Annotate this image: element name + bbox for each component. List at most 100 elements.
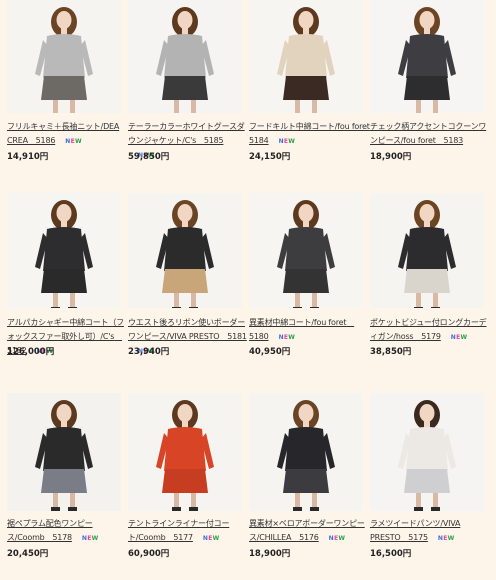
product-title: 異素材中綿コート/fou foret 5180 (249, 318, 355, 341)
product-price: 20,450円 (7, 549, 49, 559)
model-figure (398, 7, 456, 113)
product-card[interactable]: チェック柄アクセントコクーンワンピース/fou foret 5183 18,900… (370, 0, 486, 190)
product-photo[interactable] (7, 193, 121, 308)
product-title-link[interactable]: 異素材×ベロアボーダーワンピース/CHILLEA 5176 NEW (249, 517, 371, 546)
product-title: 裾ペプラム配色ワンピース/Coomb 5178 (7, 519, 93, 542)
face (419, 204, 435, 222)
product-price: 40,950円 (249, 347, 291, 357)
product-card[interactable]: ラメツイードパンツ/VIVA PRESTO 5175 NEW 16,500円 (370, 390, 484, 580)
product-title-link[interactable]: ポケットビジュー付ロングカーディガン/hoss 5179 NEW (370, 316, 492, 345)
face (56, 204, 72, 222)
top-garment (164, 34, 206, 78)
bottom-garment (404, 76, 450, 100)
product-photo[interactable] (128, 0, 242, 113)
product-title: チェック柄アクセントコクーンワンピース/fou foret 5183 (370, 122, 487, 145)
product-price: 18,900円 (370, 152, 412, 162)
product-photo[interactable] (7, 0, 121, 113)
product-photo[interactable] (249, 193, 363, 308)
product-price: 16,500円 (370, 549, 412, 559)
product-card[interactable]: テントラインライナー付コート/Coomb 5177 NEW 60,900円 (128, 390, 242, 580)
face (419, 11, 435, 29)
product-card[interactable]: 異素材中綿コート/fou foret 5180 NEW 40,950円 (249, 190, 363, 380)
new-badge: NEW (202, 535, 220, 542)
product-photo[interactable] (128, 193, 242, 308)
product-card[interactable]: 異素材×ベロアボーダーワンピース/CHILLEA 5176 NEW 18,900円 (249, 390, 365, 580)
face (298, 204, 314, 222)
product-price: 23,940円 (128, 347, 170, 357)
product-price: 24,150円 (249, 152, 291, 162)
model-figure (398, 200, 456, 308)
model-figure (35, 200, 93, 308)
product-price: 126,000円 (7, 347, 55, 357)
top-garment (43, 427, 85, 471)
product-photo[interactable] (249, 393, 363, 511)
top-garment (43, 227, 85, 271)
top-garment (406, 34, 448, 78)
face (56, 11, 72, 29)
product-card[interactable]: フードキルト中綿コート/fou foret 5184 NEW 24,150円 (249, 0, 378, 190)
product-price: 14,910円 (7, 152, 49, 162)
bottom-garment (41, 269, 87, 293)
product-photo[interactable] (7, 393, 121, 511)
bottom-garment (41, 76, 87, 100)
product-title-link[interactable]: 裾ペプラム配色ワンピース/Coomb 5178 NEW (7, 517, 129, 546)
bottom-garment (162, 469, 208, 493)
bottom-garment (283, 76, 329, 100)
top-garment (406, 427, 448, 471)
new-badge: NEW (278, 334, 296, 341)
product-photo[interactable] (249, 0, 363, 113)
top-garment (285, 34, 327, 78)
top-garment (406, 227, 448, 271)
top-garment (285, 427, 327, 471)
product-photo[interactable] (370, 0, 484, 113)
model-figure (156, 200, 214, 308)
face (419, 404, 435, 422)
bottom-garment (162, 76, 208, 100)
model-figure (277, 200, 335, 308)
model-figure (277, 400, 335, 511)
product-card[interactable]: フリルキャミ＋長袖ニット/DEA CREA 5186 NEW 14,910円 (7, 0, 121, 190)
model-figure (398, 400, 456, 511)
bottom-garment (404, 269, 450, 293)
product-grid: フリルキャミ＋長袖ニット/DEA CREA 5186 NEW 14,910円 テーラ… (7, 0, 493, 573)
model-figure (35, 7, 93, 113)
new-badge: NEW (328, 535, 346, 542)
product-title-link[interactable]: テントラインライナー付コート/Coomb 5177 NEW (128, 517, 250, 546)
new-badge: NEW (65, 138, 82, 145)
product-title: フードキルト中綿コート/fou foret 5184 (249, 122, 378, 145)
top-garment (43, 34, 85, 78)
new-badge: NEW (437, 535, 455, 542)
model-figure (156, 7, 214, 113)
product-card[interactable]: アルパカシャギー中綿コート（フォックスファー取外し可）/C's 5182 NEW 1… (7, 190, 124, 380)
product-title: テーラーカラーホワイトグースダウンジャケット/C's 5185 (128, 122, 245, 145)
product-title: フリルキャミ＋長袖ニット/DEA CREA 5186 (7, 122, 120, 145)
product-title-link[interactable]: ラメツイードパンツ/VIVA PRESTO 5175 NEW (370, 517, 492, 546)
model-figure (35, 400, 93, 511)
product-title-link[interactable]: フードキルト中綿コート/fou foret 5184 NEW (249, 120, 378, 149)
product-photo[interactable] (128, 393, 242, 511)
product-photo[interactable] (370, 193, 484, 308)
face (56, 404, 72, 422)
product-card[interactable]: ウエスト後ろリボン使いボーダーワンピース/VIVA PRESTO 5181NEW… (128, 190, 247, 380)
product-title-link[interactable]: フリルキャミ＋長袖ニット/DEA CREA 5186 NEW (7, 120, 129, 149)
bottom-garment (283, 269, 329, 293)
bottom-garment (162, 269, 208, 293)
product-card[interactable]: ポケットビジュー付ロングカーディガン/hoss 5179 NEW 38,850円 (370, 190, 487, 380)
product-card[interactable]: 裾ペプラム配色ワンピース/Coomb 5178 NEW 20,450円 (7, 390, 121, 580)
face (177, 204, 193, 222)
face (298, 11, 314, 29)
bottom-garment (404, 469, 450, 493)
new-badge: NEW (450, 334, 468, 341)
top-garment (164, 227, 206, 271)
product-photo[interactable] (370, 393, 484, 511)
product-title: ウエスト後ろリボン使いボーダーワンピース/VIVA PRESTO 5181 (128, 318, 247, 341)
top-garment (285, 227, 327, 271)
model-figure (277, 7, 335, 113)
model-figure (156, 400, 214, 511)
product-title: 異素材×ベロアボーダーワンピース/CHILLEA 5176 (249, 519, 365, 542)
product-title-link[interactable]: 異素材中綿コート/fou foret 5180 NEW (249, 316, 371, 345)
face (298, 404, 314, 422)
product-price: 38,850円 (370, 347, 412, 357)
product-card[interactable]: テーラーカラーホワイトグースダウンジャケット/C's 5185NEW 59,850… (128, 0, 245, 190)
product-title-link[interactable]: チェック柄アクセントコクーンワンピース/fou foret 5183 (370, 120, 492, 148)
